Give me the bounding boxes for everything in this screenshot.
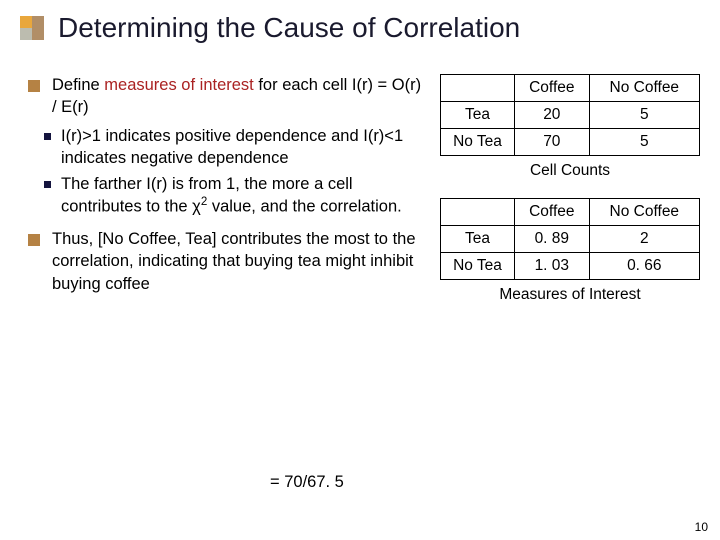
bullet-1-text: Define measures of interest for each cel… (52, 74, 430, 119)
cell-counts-r2: No Tea (441, 129, 515, 156)
cell-counts-r1c1: 20 (515, 102, 590, 129)
square-bullet-icon (28, 80, 40, 92)
cell-counts-r2c1: 70 (515, 129, 590, 156)
cell-counts-table: Coffee No Coffee Tea 20 5 No Tea 70 5 (440, 74, 700, 156)
interest-caption: Measures of Interest (440, 286, 700, 304)
sub-bullet-2-post: value, and the correlation. (207, 198, 401, 216)
interest-r2c1: 1. 03 (515, 253, 590, 280)
square-bullet-icon (28, 234, 40, 246)
cell-counts-r2c2: 5 (589, 129, 699, 156)
bullet-1: Define measures of interest for each cel… (28, 74, 430, 119)
cell-counts-r1: Tea (441, 102, 515, 129)
title-ornament-icon (20, 16, 44, 40)
sub-bullet-1: I(r)>1 indicates positive dependence and… (44, 125, 430, 170)
sub-bullet-2-text: The farther I(r) is from 1, the more a c… (61, 173, 430, 218)
cell-counts-r1c2: 5 (589, 102, 699, 129)
equation-annotation: = 70/67. 5 (270, 473, 344, 492)
bullet-1-pre: Define (52, 76, 104, 94)
slide-title: Determining the Cause of Correlation (58, 12, 520, 44)
bullet-1-em: measures of interest (104, 76, 253, 94)
page-number: 10 (695, 520, 708, 534)
interest-table: Coffee No Coffee Tea 0. 89 2 No Tea 1. 0… (440, 198, 700, 280)
sub-bullet-2: The farther I(r) is from 1, the more a c… (44, 173, 430, 218)
title-row: Determining the Cause of Correlation (20, 12, 700, 44)
bullet-column: Define measures of interest for each cel… (20, 74, 430, 322)
cell-counts-col2: No Coffee (589, 75, 699, 102)
sub-bullet-1-text: I(r)>1 indicates positive dependence and… (61, 125, 430, 170)
cell-counts-caption: Cell Counts (440, 162, 700, 180)
bullet-2-text: Thus, [No Coffee, Tea] contributes the m… (52, 228, 430, 295)
square-bullet-small-icon (44, 181, 51, 188)
interest-r1: Tea (441, 226, 515, 253)
interest-r2c2: 0. 66 (589, 253, 699, 280)
interest-r2: No Tea (441, 253, 515, 280)
tables-column: Coffee No Coffee Tea 20 5 No Tea 70 5 Ce… (440, 74, 700, 322)
bullet-2: Thus, [No Coffee, Tea] contributes the m… (28, 228, 430, 295)
interest-r1c1: 0. 89 (515, 226, 590, 253)
interest-r1c2: 2 (589, 226, 699, 253)
square-bullet-small-icon (44, 133, 51, 140)
interest-col1: Coffee (515, 199, 590, 226)
interest-col2: No Coffee (589, 199, 699, 226)
cell-counts-col1: Coffee (515, 75, 590, 102)
